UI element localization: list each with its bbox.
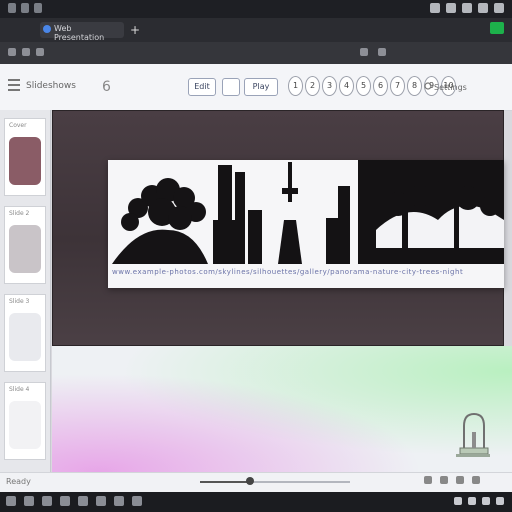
start-icon[interactable] xyxy=(6,496,16,506)
notification-icon[interactable] xyxy=(496,497,504,505)
settings-icon[interactable] xyxy=(132,496,142,506)
app-icon[interactable] xyxy=(21,3,29,13)
image-caption-link[interactable]: www.example-photos.com/skylines/silhouet… xyxy=(112,268,500,282)
files-icon[interactable] xyxy=(24,496,34,506)
status-text: Ready xyxy=(6,477,31,486)
speaker-icon[interactable] xyxy=(468,497,476,505)
slide-thumbnail-image xyxy=(9,313,41,361)
wifi-icon[interactable] xyxy=(430,3,440,13)
more-icon[interactable] xyxy=(472,476,480,484)
star-icon[interactable] xyxy=(360,48,368,56)
slide-number-button[interactable]: 8 xyxy=(407,76,422,96)
list-view-icon[interactable] xyxy=(440,476,448,484)
status-actions xyxy=(424,476,480,484)
slide-thumbnail-label: Cover xyxy=(9,122,27,129)
zoom-slider-handle[interactable] xyxy=(245,477,254,485)
extension-icon[interactable] xyxy=(490,22,504,34)
tab-title: Web Presentation xyxy=(54,24,105,42)
system-tray xyxy=(430,3,504,13)
back-icon[interactable] xyxy=(8,48,16,56)
notes-area[interactable] xyxy=(52,346,512,472)
menu-icon[interactable] xyxy=(8,79,20,91)
new-tab-button[interactable]: + xyxy=(130,24,142,36)
taskbar-tray xyxy=(454,497,504,505)
browser-icon[interactable] xyxy=(42,496,52,506)
slide-number-button[interactable]: 5 xyxy=(356,76,371,96)
slide-thumbnail-image xyxy=(9,137,41,185)
slide-number-button[interactable]: 3 xyxy=(322,76,337,96)
grid-view-icon[interactable] xyxy=(424,476,432,484)
app-icon[interactable] xyxy=(34,3,42,13)
edit-button[interactable]: Edit xyxy=(188,78,216,96)
clock-icon[interactable] xyxy=(482,497,490,505)
slide-thumbnail-image xyxy=(9,401,41,449)
user-icon[interactable] xyxy=(494,3,504,13)
slide-thumbnail-label: Slide 2 xyxy=(9,210,30,217)
share-icon[interactable] xyxy=(378,48,386,56)
mail-icon[interactable] xyxy=(60,496,70,506)
volume-icon[interactable] xyxy=(446,3,456,13)
slide-number-button[interactable]: 1 xyxy=(288,76,303,96)
photos-icon[interactable] xyxy=(114,496,124,506)
terminal-icon[interactable] xyxy=(78,496,88,506)
slide-thumbnail[interactable]: Slide 3 xyxy=(4,294,46,372)
gear-icon[interactable] xyxy=(424,82,432,93)
taskbar-apps xyxy=(6,496,142,506)
app-title: Slideshows xyxy=(26,81,76,91)
page-counter: 6 xyxy=(102,79,111,95)
app-icon[interactable] xyxy=(8,3,16,13)
network-icon[interactable] xyxy=(454,497,462,505)
drinking-fountain-icon xyxy=(452,408,492,463)
slide-number-button[interactable]: 7 xyxy=(390,76,405,96)
slide-thumbnail[interactable]: Slide 4 xyxy=(4,382,46,460)
slide-thumbnail-image xyxy=(9,225,41,273)
bookmarks-bar xyxy=(0,42,512,64)
top-system-bar xyxy=(0,0,512,18)
slide-thumbnail-label: Slide 3 xyxy=(9,298,30,305)
slide-thumbnail-label: Slide 4 xyxy=(9,386,30,393)
copy-button[interactable] xyxy=(222,78,240,96)
favicon-icon xyxy=(43,25,51,33)
forward-icon[interactable] xyxy=(22,48,30,56)
battery-icon[interactable] xyxy=(462,3,472,13)
music-icon[interactable] xyxy=(96,496,106,506)
reload-icon[interactable] xyxy=(36,48,44,56)
zoom-slider-fill xyxy=(200,481,250,483)
settings-label[interactable]: Settings xyxy=(434,83,467,92)
fullscreen-icon[interactable] xyxy=(456,476,464,484)
browser-tab[interactable]: Web Presentation xyxy=(40,22,124,42)
play-button[interactable]: Play xyxy=(244,78,278,96)
slide-number-button[interactable]: 6 xyxy=(373,76,388,96)
slide-number-button[interactable]: 2 xyxy=(305,76,320,96)
slide-thumbnail-panel: Cover Slide 2 Slide 3 Slide 4 xyxy=(0,110,51,472)
system-menu-icons[interactable] xyxy=(8,3,42,13)
slide-number-button[interactable]: 4 xyxy=(339,76,354,96)
bell-icon[interactable] xyxy=(478,3,488,13)
slide-thumbnail[interactable]: Slide 2 xyxy=(4,206,46,284)
slide-thumbnail[interactable]: Cover xyxy=(4,118,46,196)
